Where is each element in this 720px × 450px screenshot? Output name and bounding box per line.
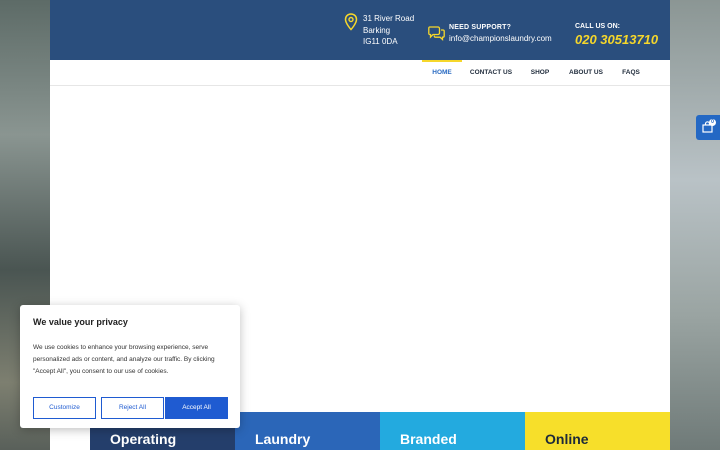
nav-contact-us[interactable]: CONTACT US — [468, 60, 514, 86]
tile-laundry[interactable]: Laundry — [235, 412, 380, 450]
tile-online[interactable]: Online — [525, 412, 670, 450]
map-pin-icon — [344, 13, 358, 31]
support-email-link[interactable]: info@championslaundry.com — [449, 34, 552, 43]
cookie-consent-dialog: We value your privacy We use cookies to … — [20, 305, 240, 428]
support-contact: NEED SUPPORT? info@championslaundry.com — [449, 24, 552, 43]
support-label: NEED SUPPORT? — [449, 24, 512, 31]
tile-branded[interactable]: Branded — [380, 412, 525, 450]
chat-bubbles-icon — [428, 26, 445, 41]
address-line-3: IG11 0DA — [363, 37, 398, 46]
nav-faqs[interactable]: FAQS — [618, 60, 644, 86]
address: 31 River Road Barking IG11 0DA — [363, 13, 414, 48]
customize-button[interactable]: Customize — [33, 397, 96, 419]
call-contact: CALL US ON: 020 30513710 — [575, 23, 658, 47]
reject-all-button[interactable]: Reject All — [101, 397, 164, 419]
floating-cart-button[interactable]: 0 — [696, 115, 720, 140]
nav-shop[interactable]: SHOP — [526, 60, 554, 86]
cookie-title: We value your privacy — [33, 317, 128, 327]
accept-all-button[interactable]: Accept All — [165, 397, 228, 419]
cookie-message: We use cookies to enhance your browsing … — [33, 344, 215, 375]
call-label: CALL US ON: — [575, 23, 620, 30]
cart-count-badge: 0 — [709, 119, 716, 126]
address-line-2: Barking — [363, 25, 391, 35]
nav-home[interactable]: HOME — [422, 60, 462, 86]
main-navigation: HOME CONTACT US SHOP ABOUT US FAQS — [50, 60, 670, 86]
background-right — [670, 0, 720, 450]
top-header-bar: 31 River Road Barking IG11 0DA NEED SUPP… — [50, 0, 670, 60]
address-line-1: 31 River Road — [363, 14, 415, 23]
nav-about-us[interactable]: ABOUT US — [564, 60, 608, 86]
phone-number-link[interactable]: 020 30513710 — [575, 32, 658, 47]
